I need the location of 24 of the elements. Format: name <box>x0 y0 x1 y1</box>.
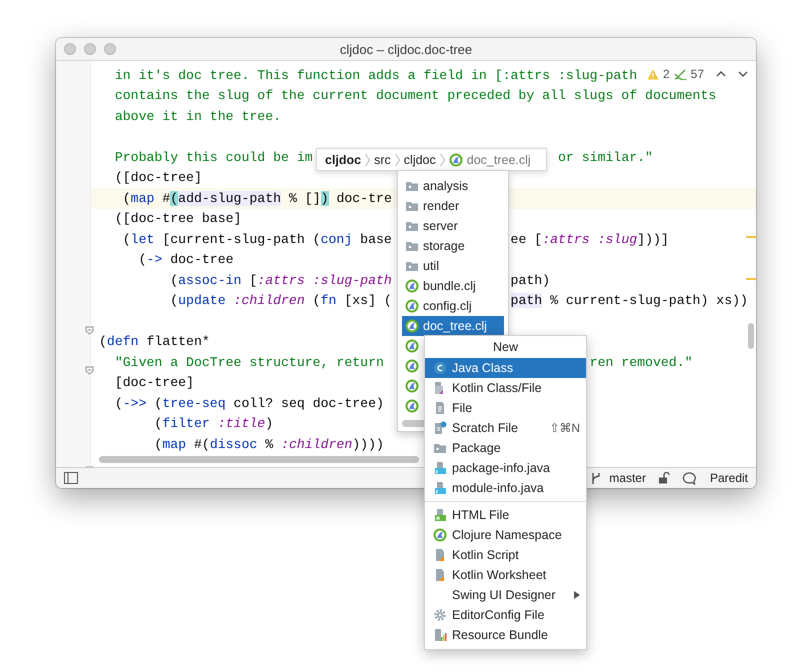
code-text: (let [current-slug-path (conj base <box>122 232 392 247</box>
code-text: (map #(dissoc % :children)))) <box>153 436 384 452</box>
code-text: (filter :title) <box>153 416 274 432</box>
code-text: path % current-slug-path) xs)) <box>510 293 748 308</box>
code-text: ren removed." <box>590 354 693 370</box>
code-text: contains the slug of the current document preceded by all slugs of documents <box>114 88 716 104</box>
code-text: path) <box>510 272 550 288</box>
code-text: ([doc-tree] <box>114 170 202 186</box>
code-text: ee [:attrs :slug]))] <box>510 232 669 247</box>
code-text: (assoc-in [:attrs :slug-path <box>169 272 392 288</box>
code-text: ([doc-tree base] <box>114 211 242 226</box>
code-text: (update :children (fn [xs] ( <box>169 293 392 308</box>
code-text: [doc-tree] <box>114 375 194 390</box>
code-text: Probably this could be im <box>114 150 313 165</box>
code-text: in it's doc tree. This function adds a field in [:attrs :slug-path <box>114 68 638 83</box>
code-text: above it in the tree. <box>114 108 282 124</box>
code-text: (defn flatten* <box>99 334 210 350</box>
code-text: (-> doc-tree <box>138 252 234 268</box>
window-title: cljdoc – cljdoc.doc-tree <box>340 42 472 56</box>
code-text: or similar." <box>557 150 653 165</box>
code-text: "Given a DocTree structure, return <box>114 354 384 370</box>
menu-title: New <box>492 340 518 354</box>
code-text: (map #(add-slug-path % []) doc-tre <box>122 190 392 206</box>
code-text: (->> (tree-seq coll? seq doc-tree) <box>114 396 384 411</box>
